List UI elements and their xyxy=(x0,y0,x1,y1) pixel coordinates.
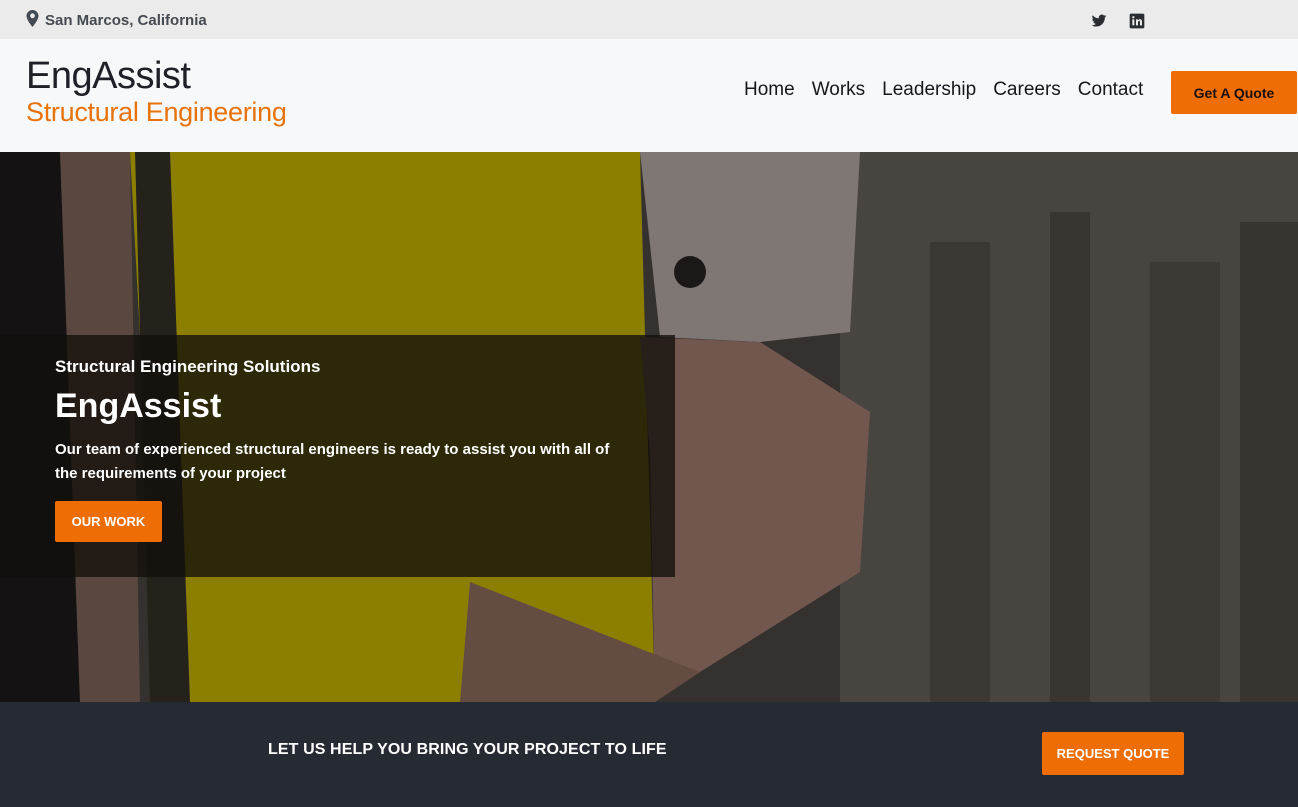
location-text: San Marcos, California xyxy=(45,12,207,29)
nav-careers[interactable]: Careers xyxy=(993,79,1061,101)
nav-works[interactable]: Works xyxy=(812,79,865,101)
brand-name[interactable]: EngAssist xyxy=(26,55,191,98)
nav-home[interactable]: Home xyxy=(744,79,795,101)
twitter-icon[interactable] xyxy=(1091,13,1107,29)
top-bar: San Marcos, California xyxy=(0,0,1298,39)
cta-bar: LET US HELP YOU BRING YOUR PROJECT TO LI… xyxy=(0,702,1298,807)
our-work-button[interactable]: OUR WORK xyxy=(55,501,162,542)
nav-leadership[interactable]: Leadership xyxy=(882,79,976,101)
cta-text: LET US HELP YOU BRING YOUR PROJECT TO LI… xyxy=(268,741,667,758)
nav-contact[interactable]: Contact xyxy=(1078,79,1143,101)
hero-section: Structural Engineering Solutions EngAssi… xyxy=(0,152,1298,702)
main-nav: Home Works Leadership Careers Contact xyxy=(744,79,1143,101)
request-quote-button[interactable]: REQUEST QUOTE xyxy=(1042,732,1184,775)
map-pin-icon xyxy=(26,10,39,31)
get-a-quote-button[interactable]: Get A Quote xyxy=(1171,71,1297,114)
hero-description: Our team of experienced structural engin… xyxy=(55,441,610,482)
hero-kicker: Structural Engineering Solutions xyxy=(55,357,321,376)
hero-title: EngAssist xyxy=(55,387,222,425)
hero-panel: Structural Engineering Solutions EngAssi… xyxy=(0,335,675,577)
social-links xyxy=(1091,13,1145,29)
location: San Marcos, California xyxy=(26,10,207,31)
header: EngAssist Structural Engineering Home Wo… xyxy=(0,39,1298,152)
brand-subtitle: Structural Engineering xyxy=(26,97,287,127)
linkedin-icon[interactable] xyxy=(1129,13,1145,29)
